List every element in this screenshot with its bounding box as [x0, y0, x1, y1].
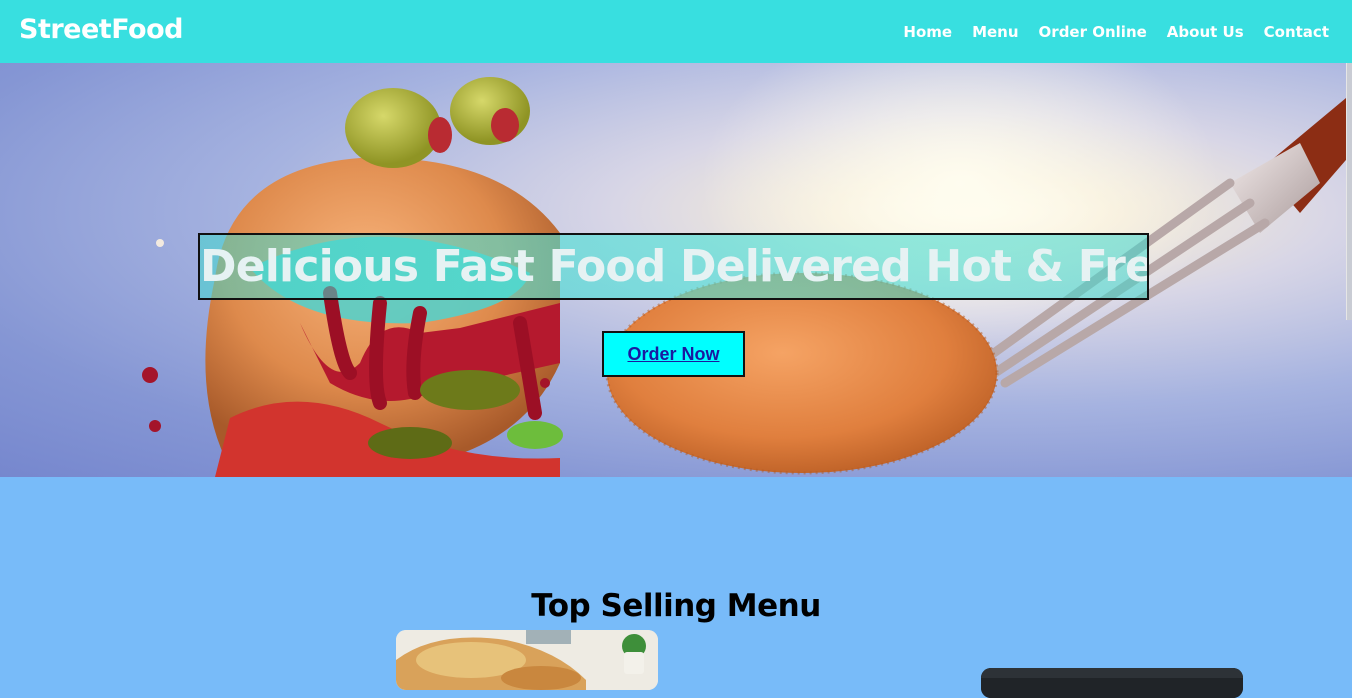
nav-link-menu[interactable]: Menu: [972, 23, 1018, 41]
order-now-button[interactable]: Order Now: [602, 331, 745, 377]
nav-link-order-online[interactable]: Order Online: [1039, 23, 1147, 41]
navbar: StreetFood Home Menu Order Online About …: [0, 0, 1352, 63]
brand-logo[interactable]: StreetFood: [19, 14, 183, 45]
menu-item-image[interactable]: [396, 630, 658, 690]
hero-headline: Delicious Fast Food Delivered Hot & Fres…: [198, 233, 1149, 301]
nav-links: Home Menu Order Online About Us Contact: [903, 23, 1329, 41]
scrollbar[interactable]: [1346, 63, 1352, 320]
menu-item-image[interactable]: [981, 668, 1243, 698]
nav-link-home[interactable]: Home: [903, 23, 952, 41]
food-photo-image: [981, 668, 1243, 698]
nav-link-contact[interactable]: Contact: [1264, 23, 1329, 41]
top-selling-menu-title: Top Selling Menu: [531, 587, 821, 624]
food-photo-image: [396, 630, 658, 690]
nav-link-about-us[interactable]: About Us: [1167, 23, 1244, 41]
hero-banner: Delicious Fast Food Delivered Hot & Fres…: [0, 63, 1352, 477]
